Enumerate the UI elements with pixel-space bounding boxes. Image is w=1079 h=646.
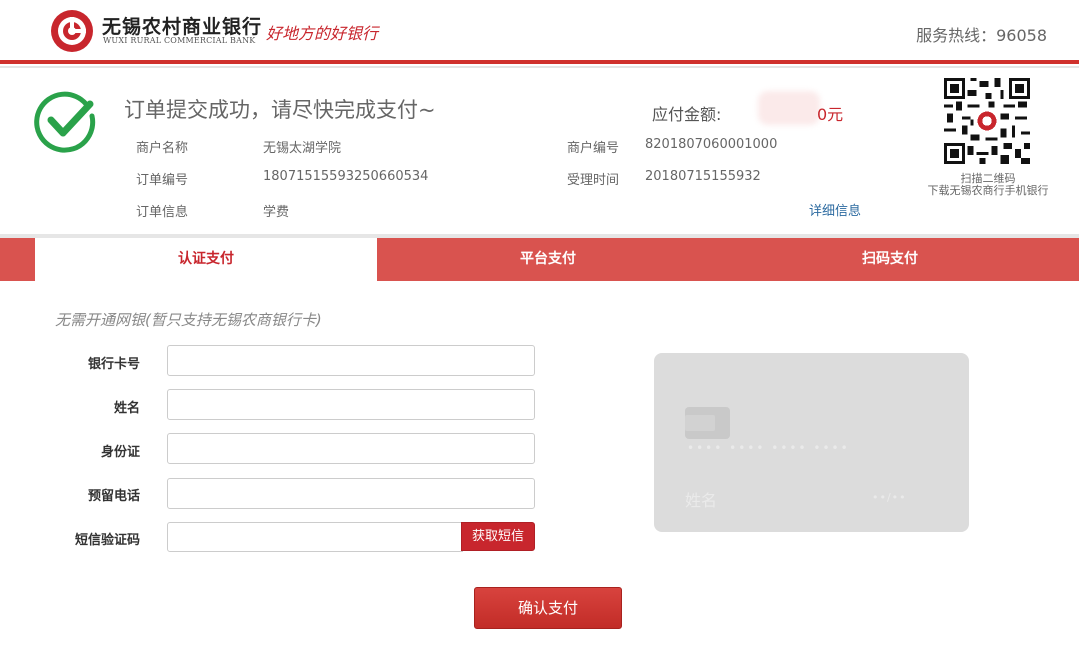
payment-notice: 无需开通网银(暂只支持无锡农商银行卡) — [55, 311, 322, 329]
amount-value: 0元 — [817, 105, 844, 124]
detail-info-link[interactable]: 详细信息 — [809, 200, 861, 219]
qr-caption: 扫描二维码 下载无锡农商行手机银行 — [910, 173, 1066, 197]
card-number-input[interactable] — [167, 345, 535, 376]
id-card-input[interactable] — [167, 433, 535, 464]
confirm-pay-button[interactable]: 确认支付 — [474, 587, 622, 629]
amount-label: 应付金额: — [652, 105, 722, 124]
merchant-no-label: 商户编号 — [567, 141, 620, 156]
order-info-value: 学费 — [263, 205, 290, 220]
name-label: 姓名 — [113, 401, 140, 416]
tab-auth-pay[interactable]: 认证支付 — [35, 238, 377, 281]
qr-caption-line-2: 下载无锡农商行手机银行 — [927, 184, 1049, 197]
header-divider-gray — [0, 66, 1079, 68]
order-success-title: 订单提交成功，请尽快完成支付~ — [124, 98, 436, 122]
payment-tabs: 认证支付 平台支付 扫码支付 — [0, 238, 1079, 281]
success-check-icon — [34, 91, 96, 153]
qr-code-icon — [944, 78, 1030, 164]
merchant-name-value: 无锡太湖学院 — [263, 141, 342, 156]
amount-redaction — [758, 91, 820, 125]
card-name-placeholder: 姓名 — [685, 491, 718, 510]
sms-code-input[interactable] — [167, 522, 463, 552]
card-chip-icon — [685, 407, 730, 439]
site-header: 无锡农村商业银行 WUXI RURAL COMMERCIAL BANK 好地方的… — [0, 0, 1079, 60]
accept-time-label: 受理时间 — [567, 173, 620, 188]
phone-label: 预留电话 — [87, 489, 140, 504]
order-info-label: 订单信息 — [136, 205, 189, 220]
bank-name-cn: 无锡农村商业银行 — [102, 16, 263, 38]
sms-code-label: 短信验证码 — [74, 533, 140, 548]
card-number-placeholder: •••• •••• •••• •••• — [687, 441, 850, 455]
merchant-name-label: 商户名称 — [136, 141, 189, 156]
header-divider-red — [0, 60, 1079, 64]
bank-card-illustration: •••• •••• •••• •••• 姓名 ••/•• — [654, 353, 969, 532]
order-no-value: 18071515593250660534 — [263, 169, 429, 184]
bank-name-en: WUXI RURAL COMMERCIAL BANK — [103, 36, 256, 45]
tab-platform-pay[interactable]: 平台支付 — [377, 238, 719, 281]
bank-slogan: 好地方的好银行 — [266, 24, 379, 43]
order-no-label: 订单编号 — [136, 173, 189, 188]
bank-logo-icon — [51, 10, 93, 52]
tab-scan-pay[interactable]: 扫码支付 — [719, 238, 1061, 281]
id-card-label: 身份证 — [100, 445, 140, 460]
card-number-label: 银行卡号 — [87, 357, 140, 372]
service-hotline: 服务热线：96058 — [916, 26, 1047, 45]
card-expiry-placeholder: ••/•• — [872, 491, 907, 504]
accept-time-value: 20180715155932 — [645, 169, 761, 184]
phone-input[interactable] — [167, 478, 535, 509]
name-input[interactable] — [167, 389, 535, 420]
get-sms-button[interactable]: 获取短信 — [461, 522, 535, 551]
merchant-no-value: 8201807060001000 — [645, 137, 778, 152]
